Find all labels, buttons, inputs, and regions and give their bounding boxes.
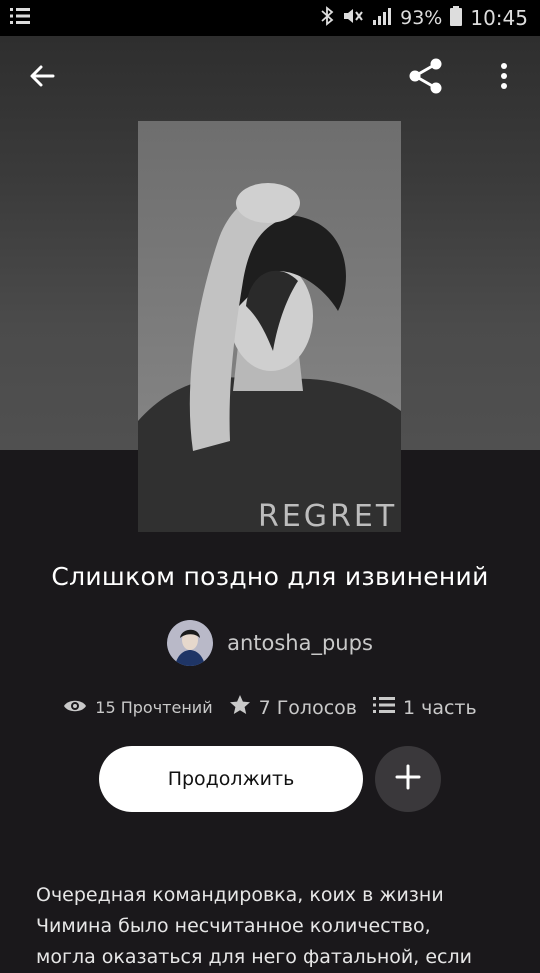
parts-count: 1 часть bbox=[402, 696, 477, 719]
back-button[interactable] bbox=[18, 54, 66, 102]
book-cover-image[interactable]: REGRET bbox=[138, 121, 401, 532]
reads-stat: 15 Прочтений bbox=[63, 698, 213, 718]
more-vertical-icon bbox=[500, 62, 508, 94]
story-stats: 15 Прочтений 7 Голосов 1 часть bbox=[0, 694, 540, 721]
votes-stat: 7 Голосов bbox=[229, 694, 357, 721]
battery-percent: 93% bbox=[400, 7, 443, 29]
plus-icon bbox=[395, 764, 421, 794]
votes-count: 7 Голосов bbox=[258, 696, 357, 719]
cover-text: REGRET bbox=[258, 499, 397, 532]
more-options-button[interactable] bbox=[480, 54, 528, 102]
menu-icon bbox=[10, 7, 30, 30]
back-arrow-icon bbox=[28, 62, 56, 94]
story-description: Очередная командировка, коих в жизни Чим… bbox=[36, 884, 472, 968]
status-bar: 93% 10:45 bbox=[0, 0, 540, 36]
app-bar bbox=[0, 36, 540, 120]
cover-photo: REGRET bbox=[138, 121, 401, 532]
list-icon bbox=[372, 696, 395, 719]
mute-icon bbox=[342, 6, 364, 31]
battery-icon bbox=[450, 5, 463, 31]
reads-count: 15 Прочтений bbox=[95, 698, 213, 717]
clock: 10:45 bbox=[470, 6, 528, 30]
share-icon bbox=[407, 57, 445, 99]
author-row[interactable]: antosha_pups bbox=[0, 620, 540, 666]
bluetooth-icon bbox=[320, 5, 334, 31]
signal-icon bbox=[372, 6, 392, 31]
continue-reading-button[interactable]: Продолжить bbox=[99, 746, 363, 812]
star-icon bbox=[229, 694, 251, 721]
author-name[interactable]: antosha_pups bbox=[227, 631, 373, 655]
author-avatar[interactable] bbox=[167, 620, 214, 666]
parts-stat: 1 часть bbox=[372, 696, 477, 719]
eye-icon bbox=[63, 698, 87, 718]
share-button[interactable] bbox=[402, 54, 450, 102]
book-title: Слишком поздно для извинений bbox=[51, 562, 489, 591]
add-to-library-button[interactable] bbox=[375, 746, 441, 812]
